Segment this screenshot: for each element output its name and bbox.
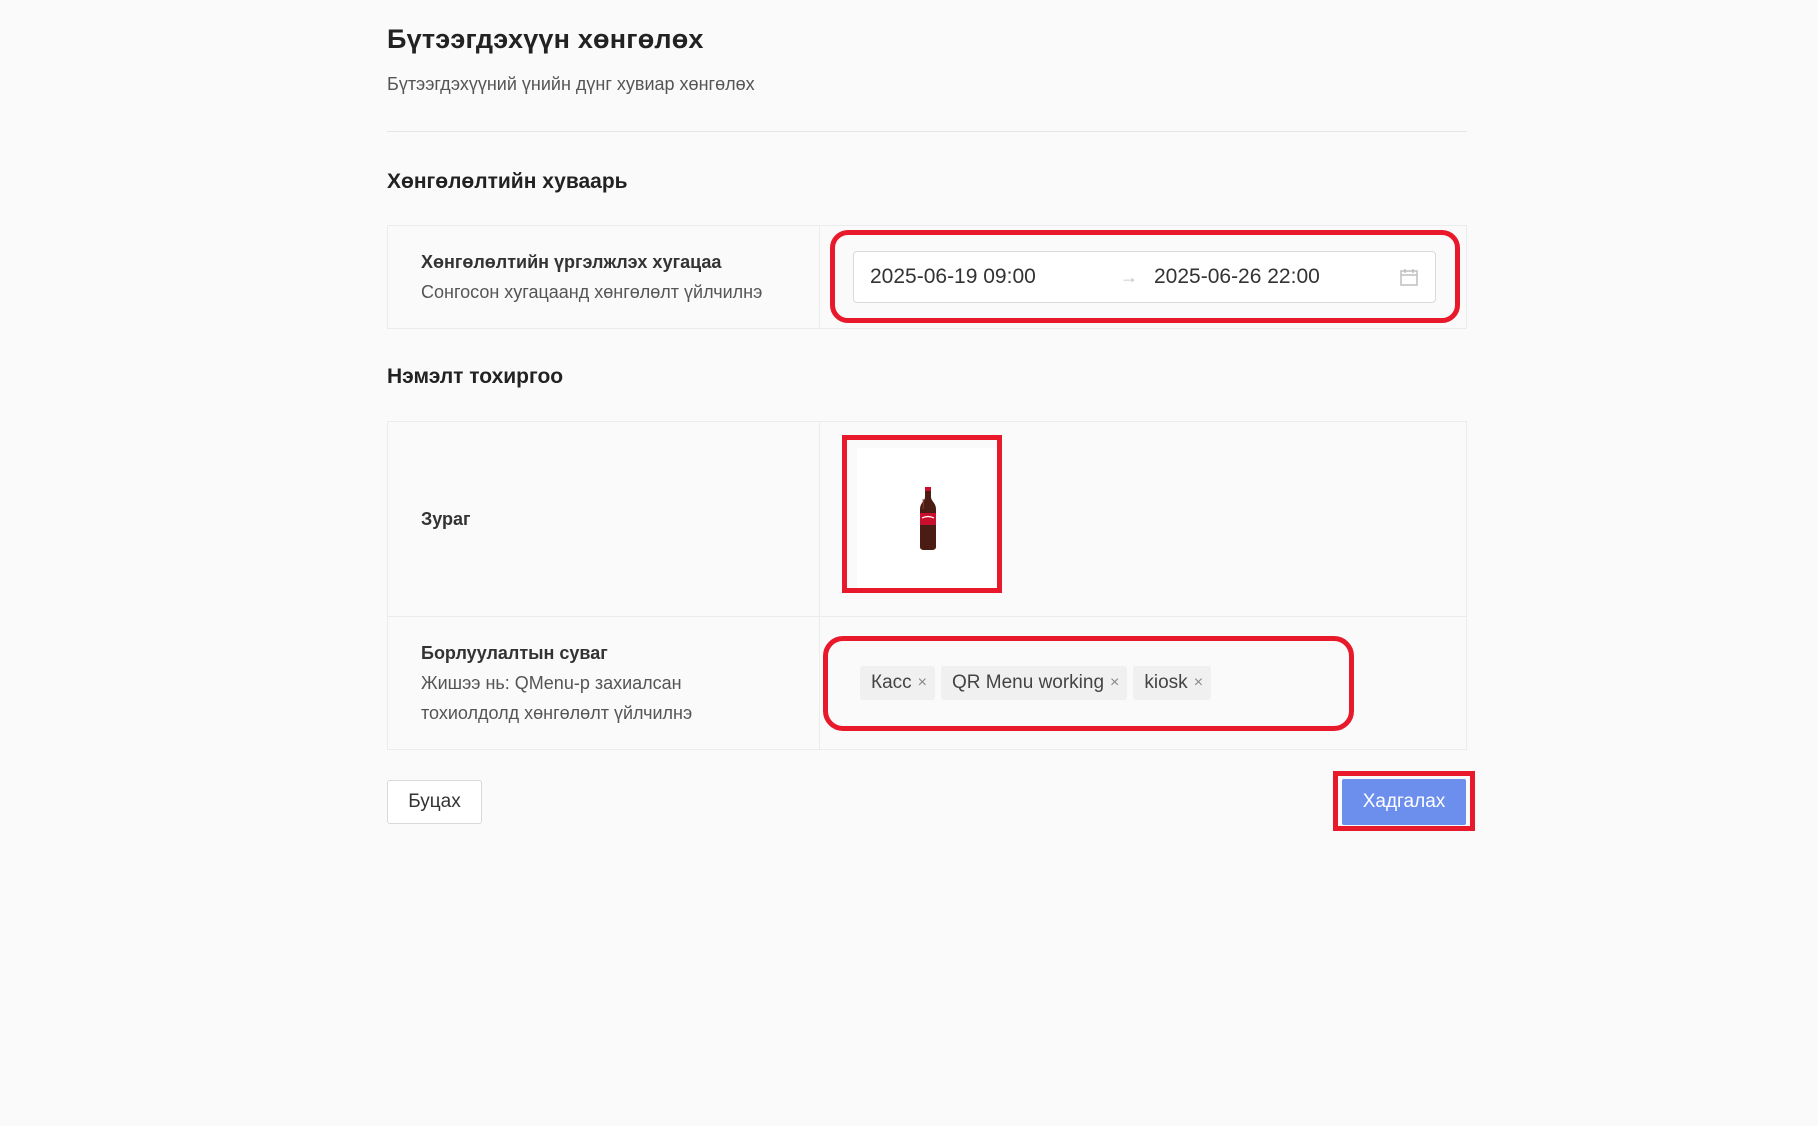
product-image[interactable] bbox=[857, 448, 999, 590]
extra-section-title: Нэмэлт тохиргоо bbox=[387, 365, 564, 388]
calendar-icon[interactable] bbox=[1399, 267, 1419, 287]
channel-tag-qr-menu: QR Menu working × bbox=[940, 666, 1128, 700]
back-button[interactable]: Буцах bbox=[387, 780, 482, 824]
range-start-input[interactable]: 2025-06-19 09:00 bbox=[870, 265, 1120, 289]
channel-label-cell: Борлуулалтын суваг Жишээ нь: QMenu-р зах… bbox=[388, 617, 820, 749]
channel-tag-label: Касс bbox=[871, 672, 912, 693]
extra-card: Зураг Борлуулалтын суваг Жишээ нь: QMenu… bbox=[387, 421, 1467, 750]
close-icon[interactable]: × bbox=[1194, 674, 1203, 692]
divider bbox=[387, 131, 1467, 132]
page-subtitle: Бүтээгдэхүүний үнийн дүнг хувиар хөнгөлө… bbox=[387, 74, 755, 94]
page-title: Бүтээгдэхүүн хөнгөлөх bbox=[387, 24, 704, 54]
channel-value-cell: Касс × QR Menu working × kiosk × bbox=[820, 617, 1466, 749]
image-row: Зураг bbox=[388, 422, 1466, 617]
cola-bottle-image bbox=[920, 487, 936, 550]
duration-help: Сонгосон хугацаанд хөнгөлөлт үйлчилнэ bbox=[421, 282, 763, 302]
range-end-input[interactable]: 2025-06-26 22:00 bbox=[1154, 265, 1399, 289]
duration-value-cell: 2025-06-19 09:00 → 2025-06-26 22:00 bbox=[820, 226, 1466, 328]
channel-help-line2: тохиолдолд хөнгөлөлт үйлчилнэ bbox=[421, 703, 693, 723]
channel-tag-kass: Касс × bbox=[860, 666, 935, 700]
image-label: Зураг bbox=[421, 509, 471, 529]
channel-tag-kiosk: kiosk × bbox=[1133, 666, 1212, 700]
schedule-card: Хөнгөлөлтийн үргэлжлэх хугацаа Сонгосон … bbox=[387, 225, 1467, 329]
close-icon[interactable]: × bbox=[918, 674, 927, 692]
save-button[interactable]: Хадгалах bbox=[1342, 779, 1466, 825]
channel-row: Борлуулалтын суваг Жишээ нь: QMenu-р зах… bbox=[388, 617, 1466, 749]
schedule-section-title: Хөнгөлөлтийн хуваарь bbox=[387, 170, 628, 193]
duration-label: Хөнгөлөлтийн үргэлжлэх хугацаа bbox=[421, 252, 722, 272]
close-icon[interactable]: × bbox=[1110, 674, 1119, 692]
range-separator-icon: → bbox=[1120, 266, 1138, 287]
image-label-cell: Зураг bbox=[388, 422, 820, 616]
channel-tag-label: kiosk bbox=[1144, 672, 1188, 693]
date-range-picker[interactable]: 2025-06-19 09:00 → 2025-06-26 22:00 bbox=[853, 251, 1436, 303]
duration-label-cell: Хөнгөлөлтийн үргэлжлэх хугацаа Сонгосон … bbox=[388, 226, 820, 328]
channel-help-line1: Жишээ нь: QMenu-р захиалсан bbox=[421, 673, 682, 693]
image-value-cell bbox=[820, 422, 1466, 616]
duration-row: Хөнгөлөлтийн үргэлжлэх хугацаа Сонгосон … bbox=[388, 226, 1466, 328]
channel-label: Борлуулалтын суваг bbox=[421, 643, 608, 663]
channel-select[interactable]: Касс × QR Menu working × kiosk × bbox=[860, 666, 1212, 700]
channel-tag-label: QR Menu working bbox=[951, 672, 1105, 693]
